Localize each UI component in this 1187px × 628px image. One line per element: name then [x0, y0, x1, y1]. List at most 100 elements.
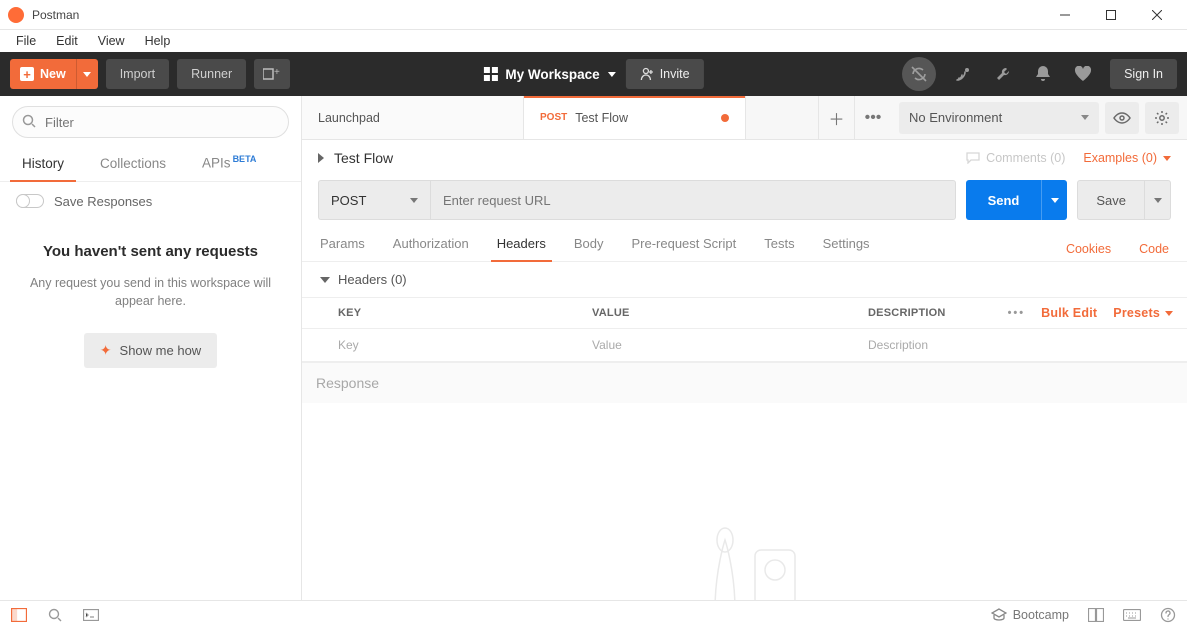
- tab-test-flow[interactable]: POST Test Flow: [524, 96, 746, 139]
- runner-button[interactable]: Runner: [177, 59, 246, 89]
- headers-section-label: Headers (0): [338, 272, 407, 287]
- menu-bar: File Edit View Help: [0, 30, 1187, 52]
- menu-file[interactable]: File: [8, 32, 44, 50]
- window-minimize-button[interactable]: [1043, 0, 1087, 30]
- menu-help[interactable]: Help: [137, 32, 179, 50]
- unsaved-dot-icon: [721, 114, 729, 122]
- request-url-input[interactable]: [430, 180, 956, 220]
- save-dropdown[interactable]: [1145, 180, 1171, 220]
- request-tab-headers[interactable]: Headers: [497, 236, 546, 261]
- svg-text:+: +: [274, 67, 280, 78]
- open-new-button[interactable]: +: [254, 59, 290, 89]
- import-button[interactable]: Import: [106, 59, 169, 89]
- save-button[interactable]: Save: [1077, 180, 1145, 220]
- console-icon[interactable]: [82, 606, 100, 624]
- workspace-icon: [483, 67, 497, 81]
- bootcamp-button[interactable]: Bootcamp: [991, 608, 1069, 622]
- chevron-down-icon: [1081, 115, 1089, 120]
- beta-badge: BETA: [233, 154, 257, 164]
- menu-view[interactable]: View: [90, 32, 133, 50]
- sidebar-tab-history[interactable]: History: [16, 146, 70, 181]
- satellite-icon[interactable]: [950, 61, 976, 87]
- comments-link[interactable]: Comments (0): [966, 151, 1065, 165]
- sync-off-icon[interactable]: [902, 57, 936, 91]
- new-tab-button[interactable]: ＋: [819, 96, 855, 139]
- app-title: Postman: [32, 8, 79, 22]
- col-description: DESCRIPTION: [854, 298, 1008, 328]
- bulk-edit-link[interactable]: Bulk Edit: [1041, 306, 1097, 320]
- help-icon[interactable]: [1159, 606, 1177, 624]
- table-row[interactable]: Key Value Description: [302, 329, 1187, 362]
- http-method-selector[interactable]: POST: [318, 180, 430, 220]
- chevron-down-icon: [608, 72, 616, 77]
- bell-icon[interactable]: [1030, 61, 1056, 87]
- search-icon: [22, 114, 36, 128]
- tab-options-button[interactable]: •••: [855, 96, 891, 139]
- description-input[interactable]: Description: [854, 329, 1187, 361]
- invite-label: Invite: [660, 67, 690, 81]
- chevron-down-icon: [1165, 311, 1173, 316]
- sidebar-tab-apis[interactable]: APIsBETA: [196, 144, 262, 181]
- window-titlebar: Postman: [0, 0, 1187, 30]
- headers-section-toggle[interactable]: Headers (0): [302, 262, 1187, 297]
- request-tab-prerequest[interactable]: Pre-request Script: [631, 236, 736, 261]
- row-options-icon[interactable]: •••: [1008, 307, 1026, 319]
- chevron-down-icon: [83, 72, 91, 77]
- tab-label: Test Flow: [575, 111, 628, 125]
- environment-selector[interactable]: No Environment: [899, 102, 1099, 134]
- find-icon[interactable]: [46, 606, 64, 624]
- code-link[interactable]: Code: [1139, 242, 1169, 256]
- col-key: KEY: [302, 298, 578, 328]
- graduation-icon: [991, 608, 1007, 622]
- chevron-down-icon: [1051, 198, 1059, 203]
- chevron-down-icon: [1154, 198, 1162, 203]
- menu-edit[interactable]: Edit: [48, 32, 86, 50]
- send-dropdown[interactable]: [1041, 180, 1067, 220]
- value-input[interactable]: Value: [578, 329, 854, 361]
- send-button[interactable]: Send: [966, 180, 1042, 220]
- sidebar-toggle-icon[interactable]: [10, 606, 28, 624]
- content-area: Launchpad POST Test Flow ＋ ••• No Enviro…: [302, 96, 1187, 600]
- keyboard-icon[interactable]: [1123, 606, 1141, 624]
- request-tab-params[interactable]: Params: [320, 236, 365, 261]
- sidebar-filter-input[interactable]: [12, 106, 289, 138]
- request-name[interactable]: Test Flow: [334, 150, 393, 166]
- layout-icon[interactable]: [1087, 606, 1105, 624]
- show-me-how-button[interactable]: ✦ Show me how: [84, 333, 217, 368]
- new-button[interactable]: + New: [10, 59, 76, 89]
- status-bar: Bootcamp: [0, 600, 1187, 628]
- invite-button[interactable]: Invite: [626, 59, 704, 89]
- environment-quicklook-button[interactable]: [1105, 102, 1139, 134]
- presets-dropdown[interactable]: Presets: [1113, 306, 1173, 320]
- collapse-icon[interactable]: [318, 153, 324, 163]
- new-button-dropdown[interactable]: [76, 59, 98, 89]
- comment-icon: [966, 152, 980, 164]
- request-tab-settings[interactable]: Settings: [823, 236, 870, 261]
- signin-button[interactable]: Sign In: [1110, 59, 1177, 89]
- window-close-button[interactable]: [1135, 0, 1179, 30]
- workspace-selector[interactable]: My Workspace: [483, 67, 615, 82]
- request-tab-authorization[interactable]: Authorization: [393, 236, 469, 261]
- request-tab-body[interactable]: Body: [574, 236, 604, 261]
- chevron-down-icon: [1163, 156, 1171, 161]
- key-input[interactable]: Key: [302, 329, 578, 361]
- save-responses-toggle[interactable]: [16, 194, 44, 208]
- app-toolbar: + New Import Runner + My Workspace Invit…: [0, 52, 1187, 96]
- method-badge: POST: [540, 112, 567, 123]
- sidebar-tab-collections[interactable]: Collections: [94, 146, 172, 181]
- show-me-how-label: Show me how: [120, 343, 202, 358]
- environment-label: No Environment: [909, 110, 1002, 125]
- workspace-label: My Workspace: [505, 67, 599, 82]
- heart-icon[interactable]: [1070, 61, 1096, 87]
- examples-dropdown[interactable]: Examples (0): [1083, 151, 1171, 165]
- window-maximize-button[interactable]: [1089, 0, 1133, 30]
- wrench-icon[interactable]: [990, 61, 1016, 87]
- headers-table: KEY VALUE DESCRIPTION ••• Bulk Edit Pres…: [302, 297, 1187, 362]
- cursor-click-icon: ✦: [100, 342, 112, 359]
- cookies-link[interactable]: Cookies: [1066, 242, 1111, 256]
- settings-gear-button[interactable]: [1145, 102, 1179, 134]
- tab-launchpad[interactable]: Launchpad: [302, 96, 524, 139]
- request-tab-tests[interactable]: Tests: [764, 236, 794, 261]
- sidebar: History Collections APIsBETA Save Respon…: [0, 96, 302, 600]
- empty-history-body: Any request you send in this workspace w…: [20, 274, 281, 312]
